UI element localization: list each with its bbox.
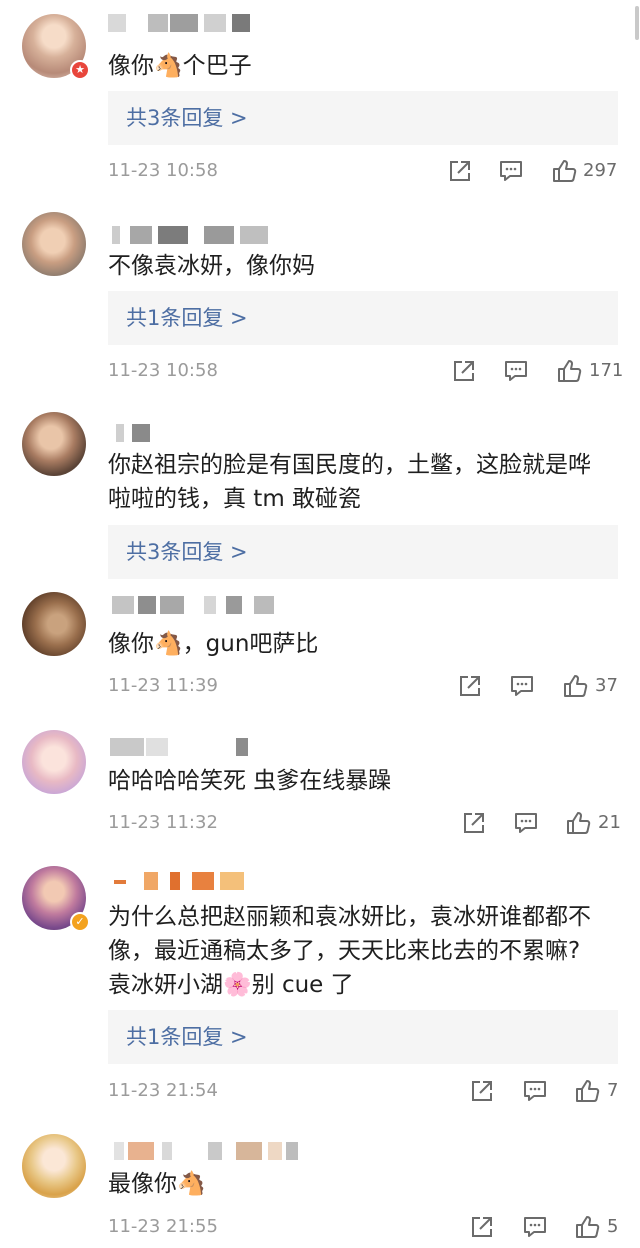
avatar[interactable] <box>22 592 86 656</box>
username-redacted[interactable] <box>108 226 298 250</box>
comment-text-line: 袁冰妍小湖🌸别 cue 了 <box>108 972 354 998</box>
timestamp: 11-23 11:39 <box>108 675 218 696</box>
comment-text: 最像你🐴 <box>108 1167 613 1201</box>
comment-icon[interactable] <box>509 673 535 699</box>
replies-link[interactable]: 共1条回复 > <box>108 1010 618 1064</box>
comment-text-line: 你赵祖宗的脸是有国民度的，土鳖，这脸就是哗 <box>108 452 591 478</box>
comment-text: 不像袁冰妍，像你妈 <box>108 249 613 283</box>
thumbs-up-icon[interactable] <box>565 810 591 836</box>
comment-text-line: 啦啦的钱，真 tm 敢碰瓷 <box>108 486 362 512</box>
comment-icon[interactable] <box>498 158 524 184</box>
thumbs-up-icon[interactable] <box>574 1214 600 1240</box>
share-icon[interactable] <box>451 358 477 384</box>
thumbs-up-icon[interactable] <box>562 673 588 699</box>
like-count: 37 <box>595 675 618 696</box>
comment-icon[interactable] <box>522 1214 548 1240</box>
timestamp: 11-23 21:54 <box>108 1080 218 1101</box>
share-icon[interactable] <box>469 1078 495 1104</box>
username-redacted[interactable] <box>108 424 298 448</box>
red-star-badge: ★ <box>70 60 90 80</box>
thumbs-up-icon[interactable] <box>556 358 582 384</box>
comment-meta: 11-23 21:54 7 <box>108 1076 618 1106</box>
comment-text: 哈哈哈哈笑死 虫爹在线暴躁 <box>108 764 613 798</box>
comment-text-line: 哈哈哈哈笑死 虫爹在线暴躁 <box>108 768 392 794</box>
scrollbar[interactable] <box>635 6 639 40</box>
username-redacted[interactable] <box>108 1142 298 1166</box>
username-redacted[interactable] <box>108 14 298 38</box>
comment-text: 为什么总把赵丽颖和袁冰妍比，袁冰妍谁都都不 像，最近通稿太多了，天天比来比去的不… <box>108 900 613 1002</box>
comment-icon[interactable] <box>513 810 539 836</box>
share-icon[interactable] <box>457 673 483 699</box>
comment-text-line: 不像袁冰妍，像你妈 <box>108 253 315 279</box>
share-icon[interactable] <box>447 158 473 184</box>
comment-icon[interactable] <box>503 358 529 384</box>
replies-link[interactable]: 共1条回复 > <box>108 291 618 345</box>
like-count: 5 <box>607 1216 619 1237</box>
comment-text: 你赵祖宗的脸是有国民度的，土鳖，这脸就是哗 啦啦的钱，真 tm 敢碰瓷 <box>108 448 613 516</box>
comment-text: 像你🐴个巴子 <box>108 49 613 83</box>
timestamp: 11-23 11:32 <box>108 812 218 833</box>
comment-meta: 11-23 10:58 297 <box>108 156 618 186</box>
like-count: 171 <box>589 360 624 381</box>
comment-text-line: 像你🐴，gun吧萨比 <box>108 631 319 657</box>
replies-link[interactable]: 共3条回复 > <box>108 525 618 579</box>
comment-icon[interactable] <box>522 1078 548 1104</box>
like-count: 21 <box>598 812 621 833</box>
comment-meta: 11-23 11:39 37 <box>108 671 618 701</box>
comment-meta: 11-23 11:32 21 <box>108 808 621 838</box>
comment-list: ★ 像你🐴个巴子 共3条回复 > 11-23 10:58 297 不像袁冰妍，像… <box>0 0 640 1248</box>
comment-text-line: 像你🐴个巴子 <box>108 53 252 79</box>
comment-text-line: 最像你🐴 <box>108 1171 206 1197</box>
timestamp: 11-23 10:58 <box>108 360 218 381</box>
thumbs-up-icon[interactable] <box>551 158 577 184</box>
thumbs-up-icon[interactable] <box>574 1078 600 1104</box>
username-redacted[interactable] <box>108 872 298 896</box>
timestamp: 11-23 10:58 <box>108 160 218 181</box>
comment-text: 像你🐴，gun吧萨比 <box>108 627 613 661</box>
comment-text-line: 像，最近通稿太多了，天天比来比去的不累嘛? <box>108 938 581 964</box>
like-count: 297 <box>583 160 618 181</box>
like-count: 7 <box>607 1080 619 1101</box>
verified-badge: ✓ <box>70 912 90 932</box>
avatar[interactable] <box>22 730 86 794</box>
share-icon[interactable] <box>469 1214 495 1240</box>
comment-text-line: 为什么总把赵丽颖和袁冰妍比，袁冰妍谁都都不 <box>108 904 591 930</box>
username-redacted[interactable] <box>108 738 298 762</box>
avatar[interactable] <box>22 412 86 476</box>
comment-meta: 11-23 10:58 171 <box>108 356 623 386</box>
share-icon[interactable] <box>461 810 487 836</box>
replies-link[interactable]: 共3条回复 > <box>108 91 618 145</box>
username-redacted[interactable] <box>108 596 298 620</box>
timestamp: 11-23 21:55 <box>108 1216 218 1237</box>
avatar[interactable] <box>22 212 86 276</box>
avatar[interactable] <box>22 1134 86 1198</box>
comment-meta: 11-23 21:55 5 <box>108 1212 618 1242</box>
